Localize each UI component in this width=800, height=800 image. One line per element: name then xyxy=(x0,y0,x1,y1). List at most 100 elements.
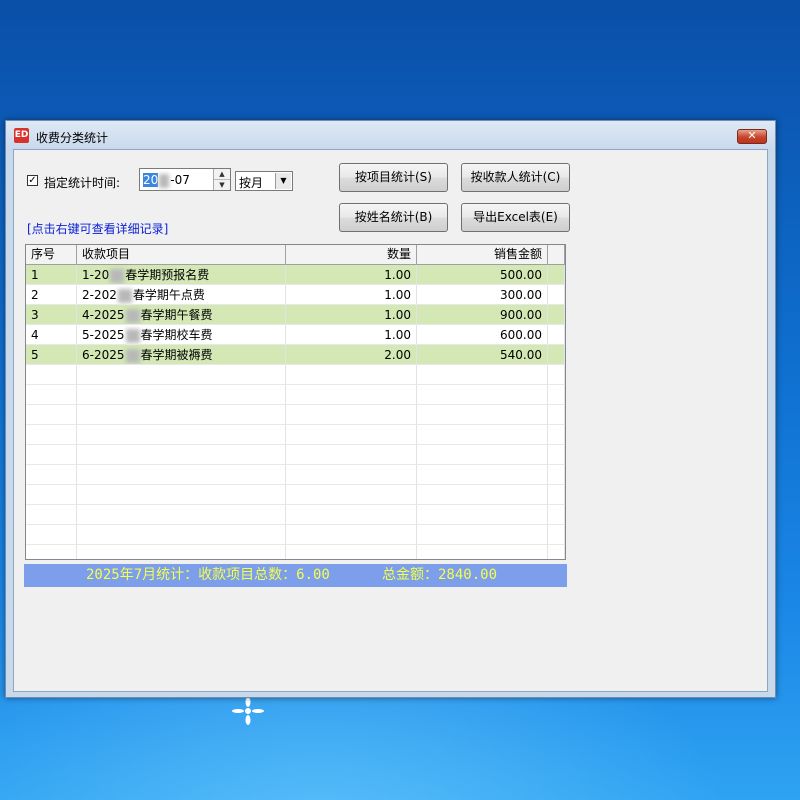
item-name: 春学期校车费 xyxy=(140,328,213,342)
windows-flower-icon xyxy=(232,697,264,725)
cell-item: 2-202 春学期午点费 xyxy=(77,285,286,305)
date-spinner[interactable]: ▲ ▼ xyxy=(213,169,230,190)
table-row-empty[interactable] xyxy=(26,485,565,505)
cell-amount: 900.00 xyxy=(417,305,548,325)
cell-qty xyxy=(286,445,417,465)
period-select-value: 按月 xyxy=(239,176,264,190)
redacted-mark xyxy=(159,173,170,188)
cell-item xyxy=(77,425,286,445)
cell-amount: 540.00 xyxy=(417,345,548,365)
time-filter-label: 指定统计时间: xyxy=(44,176,121,190)
summary-count: 2025年7月统计：收款项目总数：6.00 xyxy=(86,567,330,583)
stat-by-payer-button[interactable]: 按收款人统计(C) xyxy=(461,163,570,192)
item-code: 1-20 xyxy=(82,268,110,282)
table-row[interactable]: 5 6-2025 春学期被褥费 2.00 540.00 xyxy=(26,345,565,365)
cell-no xyxy=(26,405,77,425)
redacted-mark xyxy=(125,348,140,363)
cell-item: 1-20 春学期预报名费 xyxy=(77,265,286,285)
cell-item xyxy=(77,465,286,485)
cell-amount xyxy=(417,385,548,405)
header-qty[interactable]: 数量 xyxy=(286,245,417,264)
close-button[interactable]: ✕ xyxy=(737,129,767,144)
cell-no: 1 xyxy=(26,265,77,285)
window-title: 收费分类统计 xyxy=(36,131,109,145)
cell-amount xyxy=(417,545,548,559)
export-excel-button[interactable]: 导出Excel表(E) xyxy=(461,203,570,232)
stat-by-item-button[interactable]: 按项目统计(S) xyxy=(339,163,448,192)
cell-item: 6-2025 春学期被褥费 xyxy=(77,345,286,365)
table-row-empty[interactable] xyxy=(26,385,565,405)
cell-qty xyxy=(286,505,417,525)
item-code: 4-2025 xyxy=(82,308,125,322)
fee-category-stats-window: ED 收费分类统计 ✕ ✓ 指定统计时间: 20 -07 ▲ ▼ 按月 ▼ 按项目… xyxy=(5,120,776,698)
cell-amount xyxy=(417,485,548,505)
table-row-empty[interactable] xyxy=(26,545,565,559)
redacted-mark xyxy=(110,268,125,283)
stat-by-name-button[interactable]: 按姓名统计(B) xyxy=(339,203,448,232)
date-selected-part: 20 xyxy=(143,173,159,187)
table-row-empty[interactable] xyxy=(26,365,565,385)
table-row-empty[interactable] xyxy=(26,445,565,465)
time-filter-checkbox[interactable]: ✓ xyxy=(27,175,38,186)
spin-up-icon[interactable]: ▲ xyxy=(214,169,230,179)
spin-down-icon[interactable]: ▼ xyxy=(214,179,230,190)
redacted-mark xyxy=(125,308,140,323)
header-amount[interactable]: 销售金额 xyxy=(417,245,548,264)
cell-qty xyxy=(286,405,417,425)
cell-no xyxy=(26,365,77,385)
table-row-empty[interactable] xyxy=(26,425,565,445)
cell-item xyxy=(77,485,286,505)
cell-no: 3 xyxy=(26,305,77,325)
header-no[interactable]: 序号 xyxy=(26,245,77,264)
item-name: 春学期被褥费 xyxy=(140,348,213,362)
cell-amount xyxy=(417,425,548,445)
cell-qty xyxy=(286,425,417,445)
cell-spacer xyxy=(548,285,565,305)
cell-spacer xyxy=(548,325,565,345)
right-click-hint-link[interactable]: [点击右键可查看详细记录] xyxy=(27,220,168,237)
cell-item xyxy=(77,385,286,405)
table-row-empty[interactable] xyxy=(26,465,565,485)
item-code: 5-2025 xyxy=(82,328,125,342)
table-row[interactable]: 3 4-2025 春学期午餐费 1.00 900.00 xyxy=(26,305,565,325)
chevron-down-icon[interactable]: ▼ xyxy=(275,173,291,189)
summary-bar: 2025年7月统计：收款项目总数：6.00 总金额：2840.00 xyxy=(24,564,567,587)
stats-table[interactable]: 序号 收款项目 数量 销售金额 1 1-20 春学期预报名费 1.00 500.00 2 2… xyxy=(25,244,566,560)
cell-spacer xyxy=(548,365,565,385)
cell-amount: 300.00 xyxy=(417,285,548,305)
header-item[interactable]: 收款项目 xyxy=(77,245,286,264)
app-icon: ED xyxy=(14,128,29,143)
cell-qty xyxy=(286,485,417,505)
cell-qty xyxy=(286,525,417,545)
date-input[interactable]: 20 -07 ▲ ▼ xyxy=(139,168,231,191)
cell-no xyxy=(26,385,77,405)
cell-qty: 1.00 xyxy=(286,285,417,305)
cell-item: 4-2025 春学期午餐费 xyxy=(77,305,286,325)
date-month-part: -07 xyxy=(170,173,190,187)
cell-spacer xyxy=(548,345,565,365)
cell-no xyxy=(26,485,77,505)
cell-no xyxy=(26,545,77,559)
period-select[interactable]: 按月 ▼ xyxy=(235,171,293,191)
redacted-mark xyxy=(125,328,140,343)
cell-no xyxy=(26,465,77,485)
title-bar[interactable]: ED 收费分类统计 ✕ xyxy=(6,121,775,149)
table-row-empty[interactable] xyxy=(26,505,565,525)
cell-qty xyxy=(286,545,417,559)
table-row[interactable]: 2 2-202 春学期午点费 1.00 300.00 xyxy=(26,285,565,305)
cell-amount: 500.00 xyxy=(417,265,548,285)
cell-item xyxy=(77,525,286,545)
cell-spacer xyxy=(548,385,565,405)
table-row[interactable]: 4 5-2025 春学期校车费 1.00 600.00 xyxy=(26,325,565,345)
table-row-empty[interactable] xyxy=(26,405,565,425)
cell-spacer xyxy=(548,465,565,485)
table-row[interactable]: 1 1-20 春学期预报名费 1.00 500.00 xyxy=(26,265,565,285)
table-row-empty[interactable] xyxy=(26,525,565,545)
cell-amount xyxy=(417,445,548,465)
cell-amount xyxy=(417,405,548,425)
cell-spacer xyxy=(548,485,565,505)
cell-no xyxy=(26,505,77,525)
cell-qty xyxy=(286,465,417,485)
cell-qty: 1.00 xyxy=(286,305,417,325)
cell-spacer xyxy=(548,445,565,465)
